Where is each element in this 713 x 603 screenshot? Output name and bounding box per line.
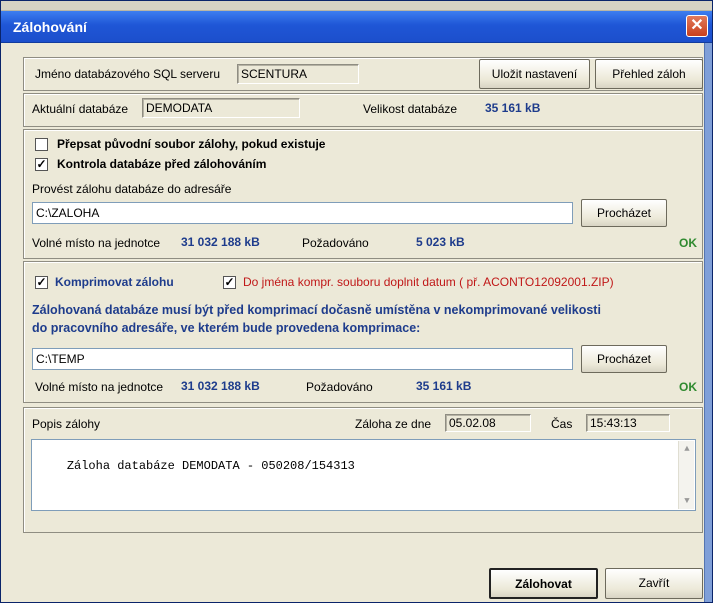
db-size-value: 35 161 kB — [485, 101, 541, 115]
temp-required-label: Požadováno — [306, 380, 373, 394]
browse-target-button[interactable]: Procházet — [581, 199, 667, 227]
server-label: Jméno databázového SQL serveru — [35, 67, 220, 81]
window-title: Zálohování — [13, 19, 87, 35]
compress-note-line2: do pracovního adresáře, ve kterém bude p… — [32, 321, 421, 335]
database-label: Aktuální databáze — [32, 102, 129, 116]
overwrite-checkbox[interactable] — [35, 138, 48, 151]
date-suffix-checkbox[interactable]: ✓ — [223, 276, 236, 289]
temp-free-label: Volné místo na jednotce — [35, 380, 164, 394]
description-textarea[interactable]: Záloha databáze DEMODATA - 050208/154313… — [31, 439, 696, 511]
close-window-icon[interactable]: ✕ — [686, 15, 708, 37]
overwrite-label: Přepsat původní soubor zálohy, pokud exi… — [57, 137, 326, 151]
backup-date-field: 05.02.08 — [445, 414, 531, 432]
target-required-value: 5 023 kB — [416, 235, 465, 249]
scroll-up-icon[interactable]: ▲ — [681, 443, 693, 455]
target-required-label: Požadováno — [302, 236, 369, 250]
compress-checkbox[interactable]: ✓ — [35, 276, 48, 289]
temp-path-input[interactable]: C:\TEMP — [32, 348, 573, 370]
backups-overview-button[interactable]: Přehled záloh — [595, 59, 703, 89]
server-field: SCENTURA — [237, 64, 359, 84]
target-free-label: Volné místo na jednotce — [32, 236, 161, 250]
date-suffix-label: Do jména kompr. souboru doplnit datum ( … — [243, 275, 614, 289]
backup-time-label: Čas — [551, 417, 573, 431]
browse-temp-button[interactable]: Procházet — [581, 345, 667, 373]
target-path-input[interactable]: C:\ZALOHA — [32, 202, 573, 224]
compress-label: Komprimovat zálohu — [55, 275, 174, 289]
description-label: Popis zálohy — [32, 417, 101, 431]
backup-dialog: Zálohování ✕ Jméno databázového SQL serv… — [0, 0, 713, 603]
compress-note-line1: Zálohovaná databáze musí být před kompri… — [32, 303, 601, 317]
temp-required-value: 35 161 kB — [416, 379, 472, 393]
backup-date-label: Záloha ze dne — [355, 417, 432, 431]
scroll-down-icon[interactable]: ▼ — [681, 495, 693, 507]
temp-status: OK — [679, 380, 697, 394]
description-text: Záloha databáze DEMODATA - 050208/154313 — [66, 459, 355, 473]
check-db-label: Kontrola databáze před zálohováním — [57, 157, 267, 171]
target-free-value: 31 032 188 kB — [181, 235, 260, 249]
backup-time-field: 15:43:13 — [586, 414, 670, 432]
backup-button[interactable]: Zálohovat — [489, 568, 598, 599]
top-strip — [1, 1, 712, 11]
description-scrollbar[interactable]: ▲ ▼ — [678, 441, 694, 509]
right-strip — [704, 43, 712, 602]
title-bar: Zálohování — [1, 11, 712, 43]
temp-free-value: 31 032 188 kB — [181, 379, 260, 393]
close-button[interactable]: Zavřít — [605, 568, 703, 599]
database-field: DEMODATA — [142, 98, 300, 118]
save-settings-button[interactable]: Uložit nastavení — [479, 59, 590, 89]
target-dir-label: Provést zálohu databáze do adresáře — [32, 182, 232, 196]
target-status: OK — [679, 236, 697, 250]
db-size-label: Velikost databáze — [363, 102, 458, 116]
check-db-checkbox[interactable]: ✓ — [35, 158, 48, 171]
